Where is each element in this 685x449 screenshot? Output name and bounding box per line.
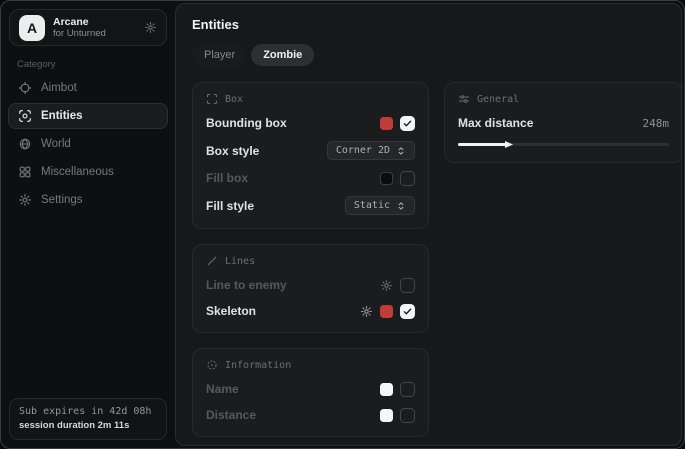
check-icon xyxy=(403,119,412,128)
sliders-icon xyxy=(458,93,470,105)
sidebar-item-label: Settings xyxy=(41,194,83,206)
sidebar-item-miscellaneous[interactable]: Miscellaneous xyxy=(8,159,168,185)
lines-card-header: Lines xyxy=(206,255,415,267)
lines-card-title: Lines xyxy=(225,256,255,267)
main-panel: Entities Player Zombie Box Bounding box xyxy=(175,3,682,446)
sidebar-item-label: Aimbot xyxy=(41,82,77,94)
app-logo: A xyxy=(19,15,45,41)
dropdown-value: Corner 2D xyxy=(336,145,390,156)
content-area: Box Bounding box Box style xyxy=(192,82,665,437)
unfold-icon xyxy=(396,201,406,211)
checkbox-unchecked[interactable] xyxy=(400,278,415,293)
sidebar-item-label: Entities xyxy=(41,110,83,122)
information-card-title: Information xyxy=(225,360,291,371)
grid-icon xyxy=(18,165,32,179)
setting-row-fill-box: Fill box xyxy=(206,170,415,186)
right-column: General Max distance 248m xyxy=(444,82,682,163)
slider-label: Max distance xyxy=(458,116,533,130)
fill-style-dropdown[interactable]: Static xyxy=(345,196,415,215)
slider-value: 248m xyxy=(643,117,670,130)
general-card-title: General xyxy=(477,94,519,105)
line-icon xyxy=(206,255,218,267)
setting-label: Skeleton xyxy=(206,304,256,318)
sidebar-nav: Aimbot Entities World Miscellaneous xyxy=(1,75,175,213)
page-title: Entities xyxy=(192,17,665,32)
sidebar-item-aimbot[interactable]: Aimbot xyxy=(8,75,168,101)
setting-row-line-to-enemy: Line to enemy xyxy=(206,277,415,293)
box-corners-icon xyxy=(206,93,218,105)
general-card-header: General xyxy=(458,93,669,105)
sub-expiry-text: Sub expires in 42d 08h xyxy=(19,406,157,417)
gear-icon xyxy=(18,193,32,207)
app-window: A Arcane for Unturned Category Aimbot xyxy=(0,0,685,449)
brand-text: Arcane for Unturned xyxy=(53,16,136,40)
checkbox-unchecked[interactable] xyxy=(400,408,415,423)
box-card-header: Box xyxy=(206,93,415,105)
crosshair-icon xyxy=(18,81,32,95)
checkbox-checked[interactable] xyxy=(400,116,415,131)
setting-label: Box style xyxy=(206,144,259,158)
setting-label: Distance xyxy=(206,408,256,422)
settings-gear-icon[interactable] xyxy=(360,305,373,318)
sidebar-item-label: Miscellaneous xyxy=(41,166,114,178)
brand-card: A Arcane for Unturned xyxy=(9,9,167,46)
settings-gear-icon[interactable] xyxy=(380,279,393,292)
tab-player[interactable]: Player xyxy=(192,44,247,66)
sidebar-item-world[interactable]: World xyxy=(8,131,168,157)
max-distance-slider[interactable] xyxy=(458,139,669,149)
checkbox-unchecked[interactable] xyxy=(400,171,415,186)
color-swatch[interactable] xyxy=(380,172,393,185)
setting-row-fill-style: Fill style Static xyxy=(206,196,415,215)
slider-thumb-arrow[interactable] xyxy=(504,140,514,149)
setting-row-skeleton: Skeleton xyxy=(206,303,415,319)
information-card-header: Information xyxy=(206,359,415,371)
box-card-title: Box xyxy=(225,94,243,105)
subscription-card: Sub expires in 42d 08h session duration … xyxy=(9,398,167,440)
unfold-icon xyxy=(396,146,406,156)
check-icon xyxy=(403,307,412,316)
scan-icon xyxy=(18,109,32,123)
session-duration-text: session duration 2m 11s xyxy=(19,420,157,431)
sidebar-item-label: World xyxy=(41,138,71,150)
setting-label: Line to enemy xyxy=(206,278,287,292)
tab-zombie[interactable]: Zombie xyxy=(251,44,314,66)
setting-label: Bounding box xyxy=(206,116,287,130)
setting-label: Name xyxy=(206,382,239,396)
gear-icon[interactable] xyxy=(144,21,157,34)
app-name: Arcane xyxy=(53,16,136,29)
info-icon xyxy=(206,359,218,371)
max-distance-row: Max distance 248m xyxy=(458,115,669,131)
general-card: General Max distance 248m xyxy=(444,82,682,163)
globe-icon xyxy=(18,137,32,151)
sidebar-item-settings[interactable]: Settings xyxy=(8,187,168,213)
lines-card: Lines Line to enemy Skeleton xyxy=(192,244,429,333)
setting-row-name: Name xyxy=(206,381,415,397)
slider-fill xyxy=(458,143,507,146)
setting-label: Fill style xyxy=(206,199,254,213)
sidebar: A Arcane for Unturned Category Aimbot xyxy=(1,1,175,448)
setting-row-box-style: Box style Corner 2D xyxy=(206,141,415,160)
dropdown-value: Static xyxy=(354,200,390,211)
box-card: Box Bounding box Box style xyxy=(192,82,429,229)
checkbox-checked[interactable] xyxy=(400,304,415,319)
box-style-dropdown[interactable]: Corner 2D xyxy=(327,141,415,160)
sidebar-item-entities[interactable]: Entities xyxy=(8,103,168,129)
tab-bar: Player Zombie xyxy=(192,44,665,66)
information-card: Information Name Distance xyxy=(192,348,429,437)
setting-row-distance: Distance xyxy=(206,407,415,423)
color-swatch[interactable] xyxy=(380,305,393,318)
checkbox-unchecked[interactable] xyxy=(400,382,415,397)
left-column: Box Bounding box Box style xyxy=(192,82,429,437)
color-swatch[interactable] xyxy=(380,383,393,396)
category-label: Category xyxy=(17,59,175,70)
app-subtitle: for Unturned xyxy=(53,28,136,39)
setting-label: Fill box xyxy=(206,171,248,185)
color-swatch[interactable] xyxy=(380,117,393,130)
color-swatch[interactable] xyxy=(380,409,393,422)
setting-row-bounding-box: Bounding box xyxy=(206,115,415,131)
